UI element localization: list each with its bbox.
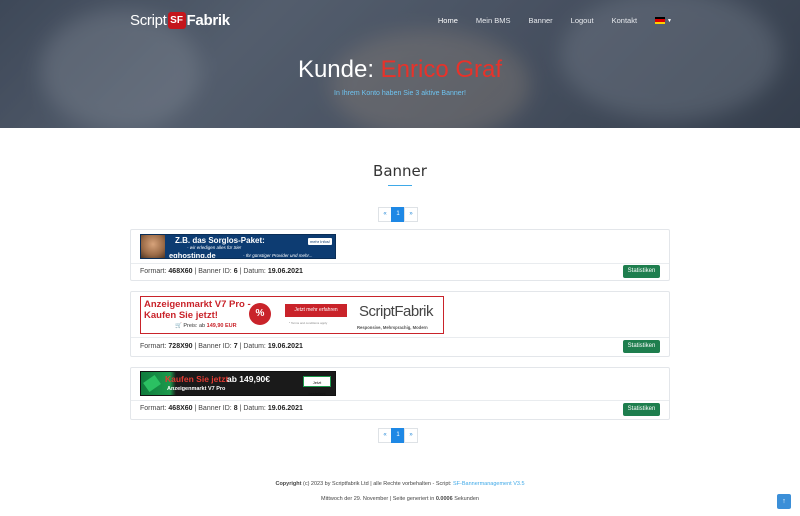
ad-claim: Responsive, Mehrsprachig, Modern [357, 325, 428, 330]
divider [131, 337, 669, 338]
person-photo [141, 235, 165, 258]
banner-image[interactable]: Anzeigenmarkt V7 Pro - Kaufen Sie jetzt! … [140, 296, 444, 334]
banner-meta: Formart: 728X90 | Banner ID: 7 | Datum: … [140, 343, 303, 350]
divider [131, 400, 669, 401]
brand-logo-icon: SF [167, 11, 186, 29]
brand-text-left: Script [130, 11, 167, 29]
banner-card: Kaufen Sie jetzt ab 149,90€ Anzeigenmark… [130, 367, 670, 420]
ad-button: Jetzt mehr erfahren [285, 304, 347, 317]
date-label: Datum: [243, 268, 266, 275]
ad-headline: Anzeigenmarkt V7 Pro - Kaufen Sie jetzt! [144, 299, 251, 321]
active-banner-count: In Ihrem Konto haben Sie 3 aktive Banner… [334, 90, 466, 97]
ad-claim: - Ihr günstiger Provider und mehr... [243, 253, 313, 258]
divider [131, 263, 669, 264]
footer-copyright: Copyright (c) 2023 by Scriptfabrik Ltd |… [0, 481, 800, 487]
scroll-to-top-button[interactable]: ↑ [777, 494, 791, 509]
banner-meta: Formart: 468X60 | Banner ID: 6 | Datum: … [140, 268, 303, 275]
pagination-prev[interactable]: « [378, 428, 392, 443]
copyright-text: (c) 2023 by Scriptfabrik Ltd | alle Rech… [301, 481, 453, 487]
customer-name: Enrico Graf [380, 56, 503, 83]
copyright-label: Copyright [275, 481, 302, 487]
title-prefix: Kunde: [297, 56, 381, 83]
ad-logo: ScriptFabrik [359, 303, 434, 320]
id-label: Banner ID: [198, 405, 232, 412]
pagination-top: « 1 » [378, 207, 418, 222]
nav-item-banner[interactable]: Banner [528, 16, 552, 25]
main-nav: Home Mein BMS Banner Logout Kontakt ▼ [420, 16, 672, 25]
pagination-next[interactable]: » [404, 207, 418, 222]
hero-header: Script SF Fabrik Home Mein BMS Banner Lo… [0, 0, 800, 128]
format-value: 468X60 [168, 405, 193, 412]
ad-button: Jetzt bestellen! [303, 376, 331, 395]
format-value: 468X60 [168, 268, 193, 275]
statistics-button[interactable]: Statistiken [623, 265, 660, 278]
generated-suffix: Sekunden [452, 496, 479, 502]
id-value: 8 [233, 405, 238, 412]
ad-price: 🛒 Preis: ab 149,90 EUR [175, 323, 237, 329]
ad-terms: * Terms and conditions apply [289, 321, 328, 325]
banner-card: Anzeigenmarkt V7 Pro - Kaufen Sie jetzt! … [130, 291, 670, 357]
script-link[interactable]: SF-Bannermanagement V3.5 [453, 481, 525, 487]
pagination-next[interactable]: » [404, 428, 418, 443]
percent-icon: % [249, 303, 271, 325]
pagination-bottom: « 1 » [378, 428, 418, 443]
ad-product: Anzeigenmarkt V7 Pro [167, 386, 226, 392]
chevron-down-icon[interactable]: ▼ [667, 18, 672, 24]
price-tag-icon [143, 374, 161, 393]
id-value: 7 [233, 343, 238, 350]
nav-item-kontakt[interactable]: Kontakt [612, 16, 637, 25]
id-value: 6 [233, 268, 238, 275]
statistics-button[interactable]: Statistiken [623, 340, 660, 353]
date-value: 19.06.2021 [267, 405, 303, 412]
date-value: 19.06.2021 [267, 343, 303, 350]
generated-time: 0.0006 [435, 496, 453, 502]
statistics-button[interactable]: Statistiken [623, 403, 660, 416]
ad-tagline: - wir erledigen alles für Sie! [187, 245, 242, 250]
generated-prefix: Mittwoch der 29. November | Seite generi… [321, 496, 436, 502]
banner-image[interactable]: Z.B. das Sorglos-Paket: - wir erledigen … [140, 234, 336, 259]
nav-item-logout[interactable]: Logout [571, 16, 594, 25]
format-label: Formart: [140, 405, 167, 412]
format-label: Formart: [140, 343, 167, 350]
brand-text-right: Fabrik [186, 11, 231, 29]
banner-image[interactable]: Kaufen Sie jetzt ab 149,90€ Anzeigenmark… [140, 371, 336, 396]
banner-meta: Formart: 468X60 | Banner ID: 8 | Datum: … [140, 405, 303, 412]
format-label: Formart: [140, 268, 167, 275]
id-label: Banner ID: [198, 268, 232, 275]
page-title: Kunde: Enrico Graf [0, 56, 800, 84]
nav-item-mein-bms[interactable]: Mein BMS [476, 16, 511, 25]
nav-item-home[interactable]: Home [438, 16, 458, 25]
pagination-prev[interactable]: « [378, 207, 392, 222]
ad-button: mehr Infos! [307, 238, 332, 245]
format-value: 728X90 [168, 343, 193, 350]
banner-card: Z.B. das Sorglos-Paket: - wir erledigen … [130, 229, 670, 281]
ad-headline: Kaufen Sie jetzt [165, 374, 229, 384]
title-divider [388, 185, 412, 186]
ad-headline: Z.B. das Sorglos-Paket: [175, 236, 265, 245]
section-title: Banner [373, 162, 427, 180]
pagination-page[interactable]: 1 [391, 428, 405, 443]
date-label: Datum: [243, 343, 266, 350]
brand-logo[interactable]: Script SF Fabrik [130, 9, 230, 31]
id-label: Banner ID: [198, 343, 232, 350]
footer-generated: Mittwoch der 29. November | Seite generi… [0, 496, 800, 502]
date-label: Datum: [243, 405, 266, 412]
ad-price: ab 149,90€ [227, 374, 271, 384]
flag-de-icon[interactable] [655, 17, 666, 24]
date-value: 19.06.2021 [267, 268, 303, 275]
pagination-page[interactable]: 1 [391, 207, 405, 222]
ad-domain: eghosting.de [169, 251, 216, 259]
